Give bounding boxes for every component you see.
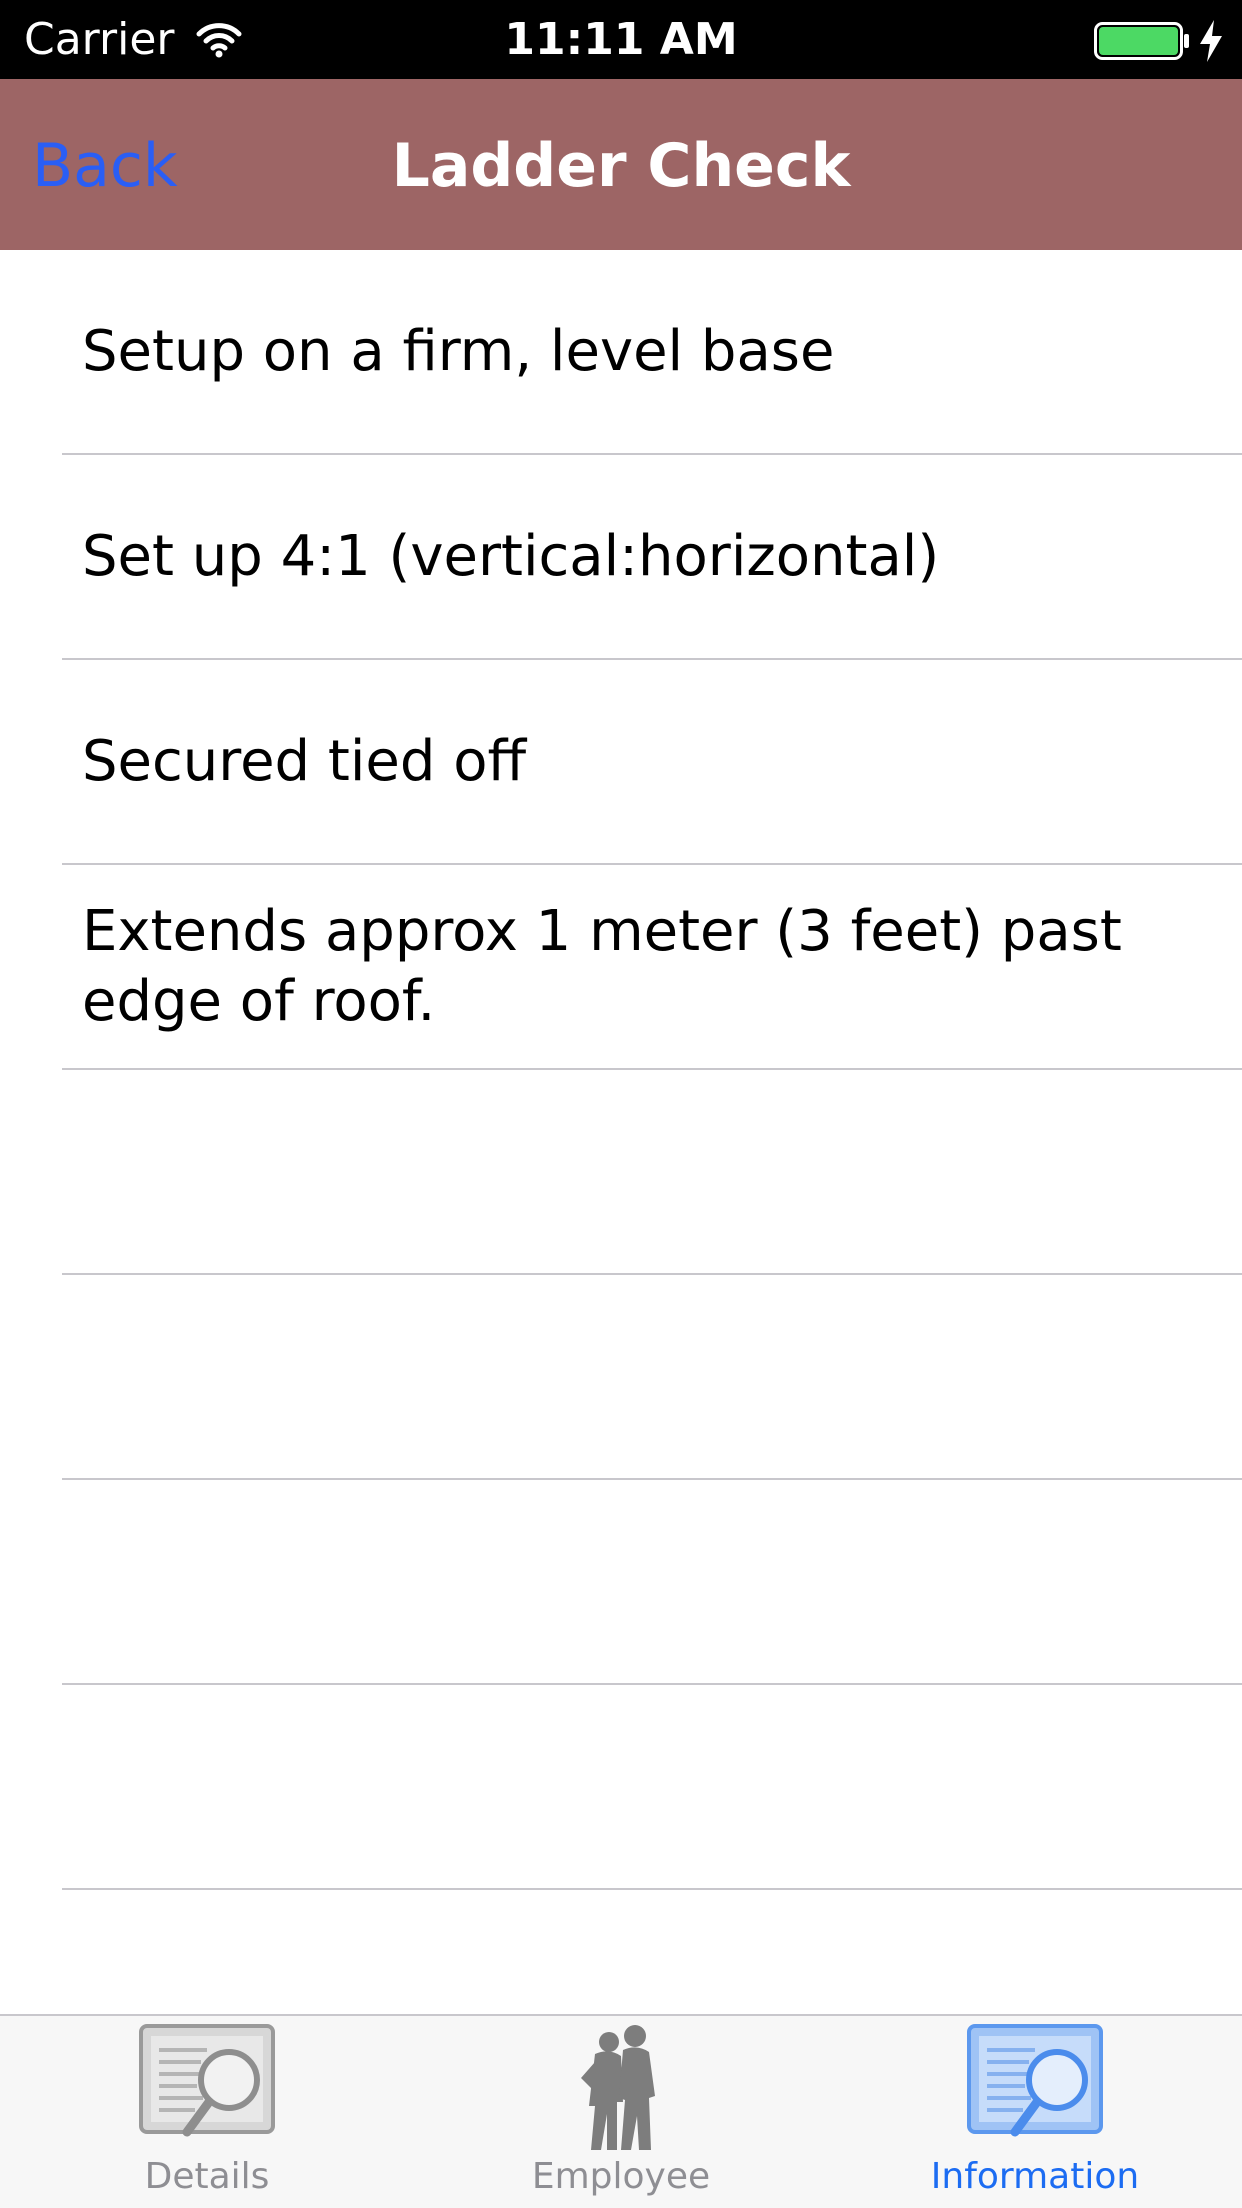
tab-details[interactable]: Details xyxy=(0,2016,414,2208)
page-title: Ladder Check xyxy=(391,131,851,201)
document-search-icon xyxy=(967,2024,1103,2137)
screen: Carrier 11:11 AM Ladder Check Back Setup… xyxy=(0,0,1242,2208)
status-bar: Carrier 11:11 AM xyxy=(0,0,1242,79)
tab-employee[interactable]: Employee xyxy=(414,2016,828,2208)
list-item[interactable]: Extends approx 1 meter (3 feet) past edg… xyxy=(62,865,1242,1070)
workers-silhouette-icon xyxy=(581,2025,655,2150)
document-search-icon xyxy=(139,2024,275,2137)
checklist: Setup on a firm, level base Set up 4:1 (… xyxy=(0,250,1242,1890)
list-item[interactable]: Secured tied off xyxy=(62,660,1242,865)
list-item[interactable]: Setup on a firm, level base xyxy=(62,250,1242,455)
list-item-label: Extends approx 1 meter (3 feet) past edg… xyxy=(82,898,1122,1034)
back-button[interactable]: Back xyxy=(32,131,178,201)
list-item[interactable]: Set up 4:1 (vertical:horizontal) xyxy=(62,455,1242,660)
list-item-label: Secured tied off xyxy=(82,728,527,794)
status-time: 11:11 AM xyxy=(504,14,738,65)
tab-information[interactable]: Information xyxy=(828,2016,1242,2208)
tab-label: Employee xyxy=(531,2156,711,2197)
battery-icon xyxy=(1094,22,1189,60)
tab-label: Details xyxy=(144,2156,270,2197)
charging-icon xyxy=(1200,20,1222,62)
list-item[interactable] xyxy=(62,1070,1242,1275)
list-item[interactable] xyxy=(62,1480,1242,1685)
list-item[interactable] xyxy=(62,1275,1242,1480)
tab-label: Information xyxy=(930,2156,1140,2197)
list-item[interactable] xyxy=(62,1685,1242,1890)
nav-bar: Ladder Check Back xyxy=(0,79,1242,250)
list-item-label: Setup on a firm, level base xyxy=(82,318,835,384)
tab-bar: Details Employee Information xyxy=(0,2014,1242,2208)
list-item-label: Set up 4:1 (vertical:horizontal) xyxy=(82,523,940,589)
